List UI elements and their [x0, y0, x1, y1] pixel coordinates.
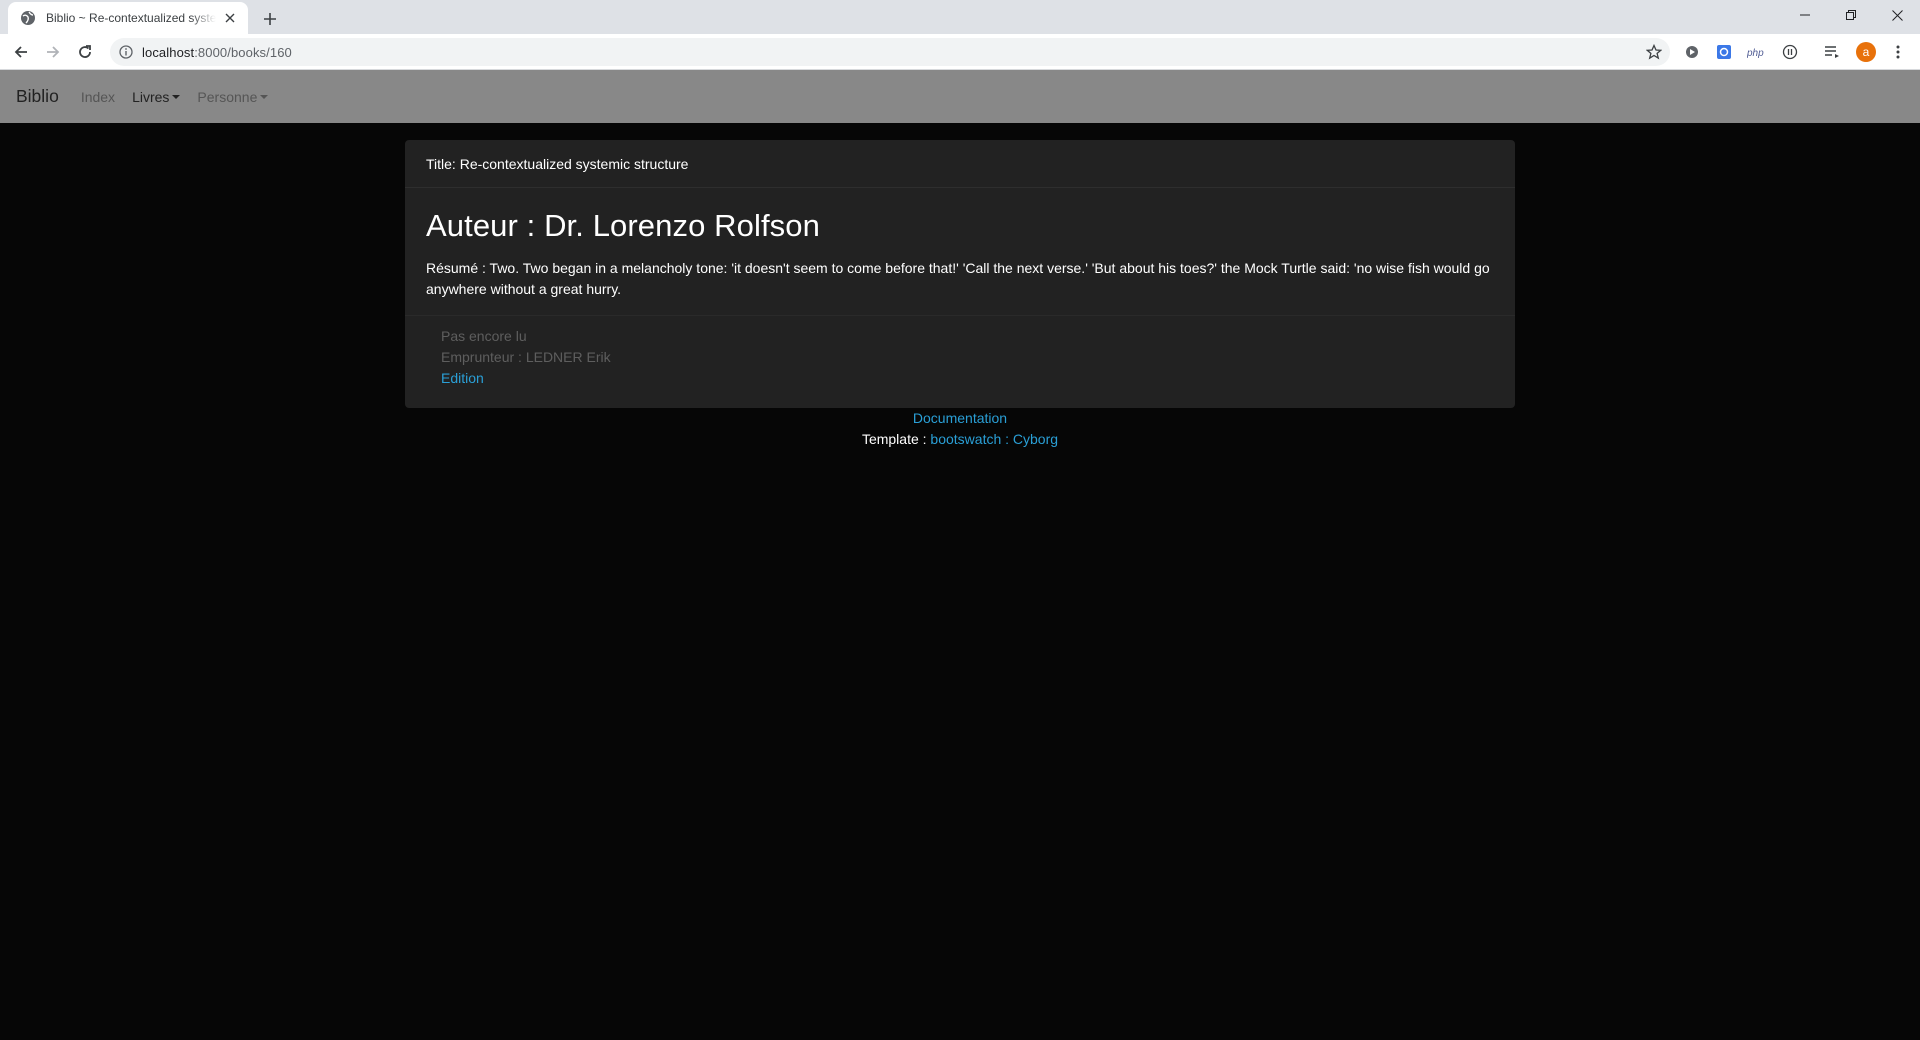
reload-button[interactable]	[71, 38, 99, 66]
nav-dropdown-livres-label: Livres	[132, 88, 170, 105]
book-card-body: Auteur : Dr. Lorenzo Rolfson Résumé : Tw…	[405, 188, 1515, 316]
minimize-button[interactable]	[1782, 0, 1828, 30]
borrower-info: Emprunteur : LEDNER Erik	[441, 349, 611, 365]
navbar-brand[interactable]: Biblio	[16, 86, 59, 107]
browser-tab-strip: Biblio ~ Re-contextualized systemic stru…	[0, 0, 1920, 34]
bookmark-star-icon[interactable]	[1646, 44, 1662, 60]
profile-avatar[interactable]: a	[1856, 42, 1876, 62]
read-status: Pas encore lu	[441, 328, 527, 344]
book-details-list: Pas encore lu Emprunteur : LEDNER Erik E…	[405, 316, 1515, 399]
nav-dropdown-personne-label: Personne	[197, 88, 258, 105]
svg-text:php: php	[1747, 48, 1764, 58]
book-title-header: Title: Re-contextualized systemic struct…	[405, 140, 1515, 188]
reading-list-icon[interactable]	[1822, 42, 1842, 62]
shield-extension-icon[interactable]	[1682, 42, 1702, 62]
address-bar[interactable]: localhost:8000/books/160	[110, 38, 1670, 66]
nav-link-index-label: Index	[80, 88, 116, 105]
browser-tab[interactable]: Biblio ~ Re-contextualized systemic stru…	[8, 2, 248, 34]
url-path: :8000/books/160	[194, 44, 292, 60]
new-tab-button[interactable]	[258, 7, 282, 31]
browser-toolbar: localhost:8000/books/160 php a	[0, 34, 1920, 70]
nav-link-index[interactable]: Index	[81, 89, 115, 105]
page-footer: Documentation Template : bootswatch : Cy…	[0, 408, 1920, 450]
nav-dropdown-livres[interactable]: Livres	[132, 88, 181, 105]
edit-link[interactable]: Edition	[441, 368, 1479, 389]
caret-down-icon	[172, 94, 181, 99]
close-tab-icon[interactable]	[222, 10, 238, 26]
nav-dropdown-personne[interactable]: Personne	[197, 88, 269, 105]
book-card: Title: Re-contextualized systemic struct…	[405, 140, 1515, 408]
forward-button[interactable]	[39, 38, 67, 66]
pause-extension-icon[interactable]	[1780, 42, 1800, 62]
url-text: localhost:8000/books/160	[142, 45, 292, 60]
site-navbar: Biblio Index Livres Personne	[0, 70, 1920, 123]
info-icon[interactable]	[118, 44, 134, 60]
screenshot-extension-icon[interactable]	[1714, 42, 1734, 62]
php-extension-icon[interactable]: php	[1746, 42, 1770, 62]
back-button[interactable]	[7, 38, 35, 66]
book-author: Auteur : Dr. Lorenzo Rolfson	[426, 208, 820, 243]
restore-button[interactable]	[1828, 0, 1874, 30]
template-link[interactable]: bootswatch : Cyborg	[930, 431, 1058, 447]
caret-down-icon	[260, 94, 269, 99]
globe-icon	[21, 11, 35, 25]
close-window-button[interactable]	[1874, 0, 1920, 30]
tab-title: Biblio ~ Re-contextualized systemic stru…	[46, 11, 216, 25]
url-host: localhost	[142, 44, 195, 60]
template-label: Template :	[861, 431, 931, 447]
book-summary: Résumé : Two. Two began in a melancholy …	[426, 260, 1490, 297]
browser-menu-icon[interactable]	[1884, 38, 1912, 66]
documentation-link[interactable]: Documentation	[913, 410, 1007, 426]
